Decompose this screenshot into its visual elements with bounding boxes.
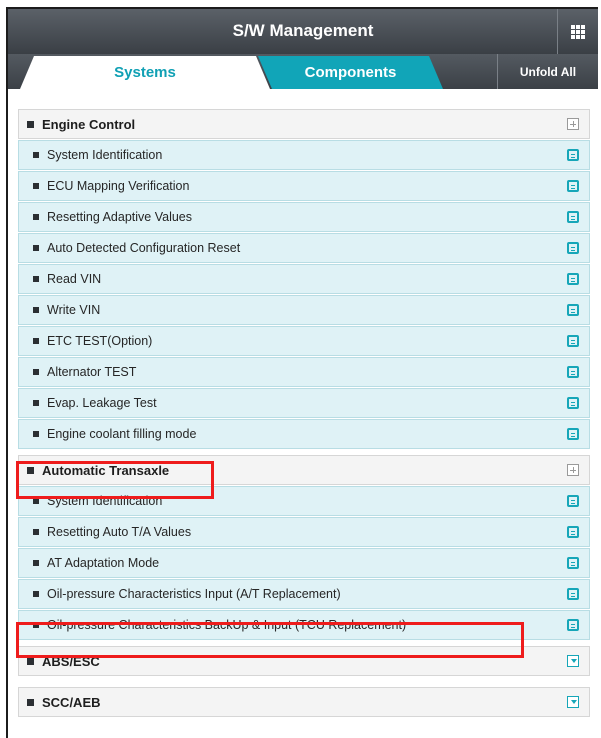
item-label: AT Adaptation Mode: [47, 556, 160, 570]
expand-icon[interactable]: [567, 655, 579, 667]
item-label: Write VIN: [47, 303, 101, 317]
bullet-icon: [33, 431, 39, 437]
document-icon[interactable]: [567, 619, 579, 631]
document-icon[interactable]: [567, 273, 579, 285]
bullet-icon: [33, 369, 39, 375]
app-window: S/W Management Systems Components Unfold…: [6, 7, 598, 738]
document-icon[interactable]: [567, 588, 579, 600]
item-label: Resetting Auto T/A Values: [47, 525, 192, 539]
document-icon[interactable]: [567, 304, 579, 316]
document-icon[interactable]: [567, 149, 579, 161]
bullet-icon: [27, 120, 34, 128]
expand-icon[interactable]: [567, 696, 579, 708]
item-label: Engine coolant filling mode: [47, 427, 197, 441]
item-label: Read VIN: [47, 272, 102, 286]
collapse-icon[interactable]: [567, 118, 579, 130]
grid-menu-button[interactable]: [557, 9, 598, 54]
document-icon[interactable]: [567, 335, 579, 347]
bullet-icon: [33, 307, 39, 313]
unfold-all-button[interactable]: Unfold All: [497, 54, 598, 89]
list-item[interactable]: System Identification: [18, 140, 590, 170]
bullet-icon: [27, 698, 34, 706]
group-engine-control[interactable]: Engine Control: [18, 109, 590, 139]
bullet-icon: [33, 245, 39, 251]
document-icon[interactable]: [567, 366, 579, 378]
bullet-icon: [33, 591, 39, 597]
bullet-icon: [33, 183, 39, 189]
item-label: Resetting Adaptive Values: [47, 210, 193, 224]
list-item[interactable]: Resetting Adaptive Values: [18, 202, 590, 232]
document-icon[interactable]: [567, 180, 579, 192]
item-label: ETC TEST(Option): [47, 334, 153, 348]
bullet-icon: [33, 560, 39, 566]
list-item[interactable]: Auto Detected Configuration Reset: [18, 233, 590, 263]
highlight-box-oil-pressure-backup: [16, 622, 524, 658]
item-label: Oil-pressure Characteristics Input (A/T …: [47, 587, 341, 601]
window-title: S/W Management: [232, 21, 374, 40]
tab-components[interactable]: Components: [258, 56, 443, 89]
list-item[interactable]: Evap. Leakage Test: [18, 388, 590, 418]
group-label: Engine Control: [42, 116, 136, 132]
document-icon[interactable]: [567, 397, 579, 409]
bullet-icon: [33, 276, 39, 282]
tab-bar: Systems Components Unfold All: [8, 54, 598, 89]
document-icon[interactable]: [567, 428, 579, 440]
item-label: Alternator TEST: [47, 365, 137, 379]
document-icon[interactable]: [567, 211, 579, 223]
bullet-icon: [33, 214, 39, 220]
bullet-icon: [33, 152, 39, 158]
list-item[interactable]: Engine coolant filling mode: [18, 419, 590, 449]
group-label: SCC/AEB: [42, 694, 101, 710]
item-label: Evap. Leakage Test: [47, 396, 157, 410]
group-scc-aeb[interactable]: SCC/AEB: [18, 687, 590, 717]
document-icon[interactable]: [567, 526, 579, 538]
list-item[interactable]: Resetting Auto T/A Values: [18, 517, 590, 547]
list-item[interactable]: Alternator TEST: [18, 357, 590, 387]
system-list: Engine Control System Identification ECU…: [8, 89, 598, 738]
list-item[interactable]: AT Adaptation Mode: [18, 548, 590, 578]
document-icon[interactable]: [567, 557, 579, 569]
list-item[interactable]: ECU Mapping Verification: [18, 171, 590, 201]
bullet-icon: [33, 338, 39, 344]
bullet-icon: [33, 400, 39, 406]
list-item[interactable]: Read VIN: [18, 264, 590, 294]
title-bar: S/W Management: [8, 9, 598, 54]
list-item[interactable]: Oil-pressure Characteristics Input (A/T …: [18, 579, 590, 609]
document-icon[interactable]: [567, 495, 579, 507]
bullet-icon: [33, 529, 39, 535]
grid-menu-icon: [571, 24, 585, 39]
highlight-box-automatic-transaxle: [16, 461, 214, 499]
item-label: ECU Mapping Verification: [47, 179, 190, 193]
bullet-icon: [27, 657, 34, 665]
collapse-icon[interactable]: [567, 464, 579, 476]
item-label: Auto Detected Configuration Reset: [47, 241, 241, 255]
list-item[interactable]: Write VIN: [18, 295, 590, 325]
list-item[interactable]: ETC TEST(Option): [18, 326, 590, 356]
tab-systems[interactable]: Systems: [20, 56, 270, 89]
item-label: System Identification: [47, 148, 163, 162]
document-icon[interactable]: [567, 242, 579, 254]
